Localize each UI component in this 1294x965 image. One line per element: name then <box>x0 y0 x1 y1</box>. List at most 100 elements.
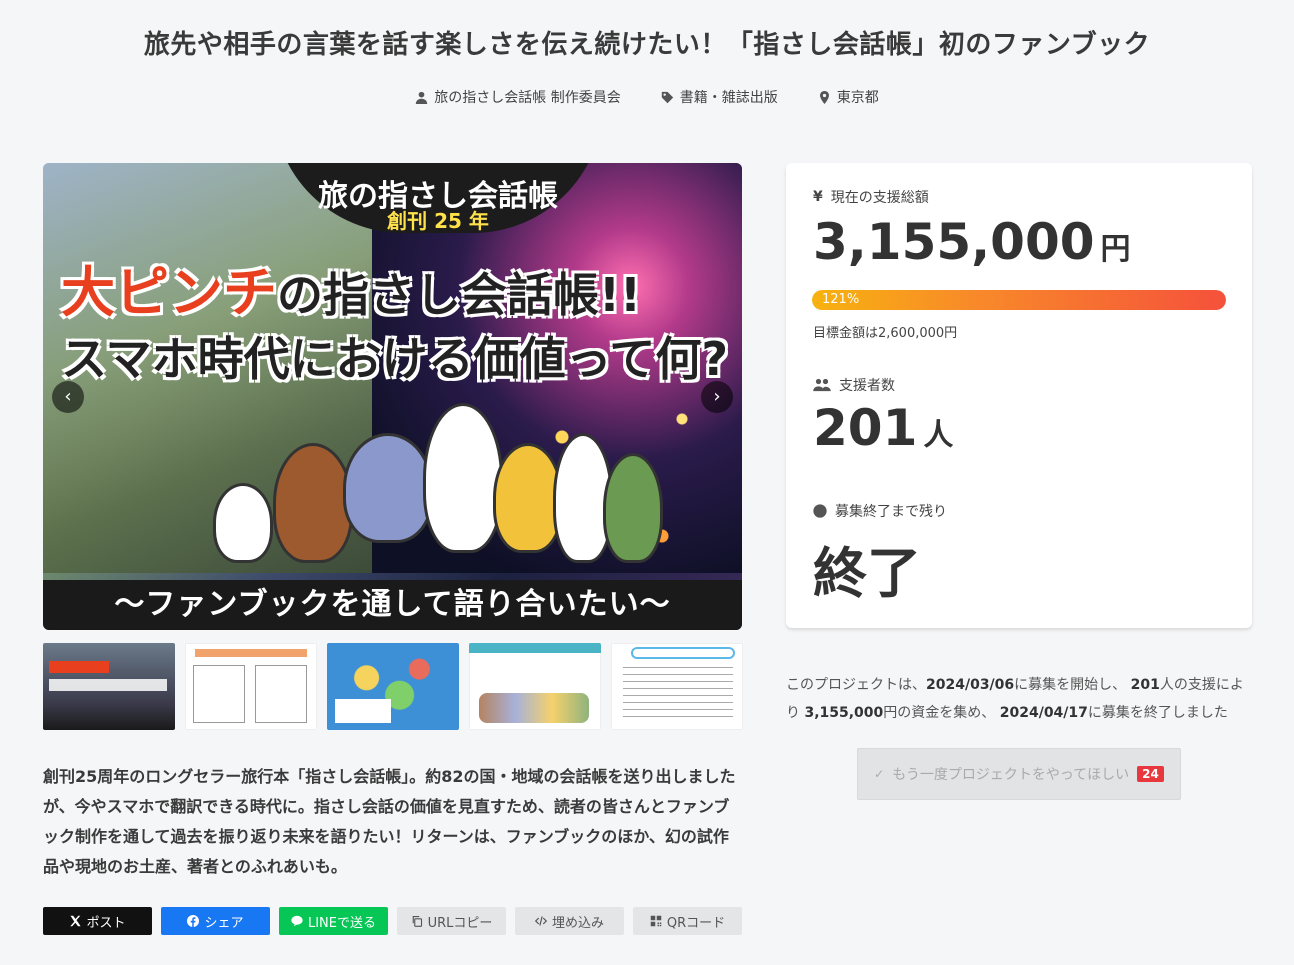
funding-stats-card: ¥ 現在の支援総額 3,155,000 円 121% 目標金額は2,600,000… <box>786 163 1252 628</box>
thumbnail-strip <box>43 643 743 730</box>
yen-icon: ¥ <box>813 189 823 205</box>
share-x-button[interactable]: ポスト <box>43 907 152 935</box>
share-x-label: ポスト <box>86 915 126 931</box>
category-name: 書籍・雑誌出版 <box>679 90 778 106</box>
character-orangutan <box>273 443 353 563</box>
thumbnail-3[interactable] <box>327 643 459 730</box>
clock-icon <box>813 504 827 518</box>
owner-link[interactable]: 旅の指さし会話帳 制作委員会 <box>415 87 621 107</box>
facebook-icon <box>187 915 200 927</box>
hero-headline-2: スマホ時代における価値って何? <box>61 332 729 386</box>
total-amount-label-text: 現在の支援総額 <box>830 190 929 206</box>
thumbnail-1[interactable] <box>43 643 175 730</box>
hero-headline-black: の指さし会話帳!! <box>277 268 641 322</box>
share-line-button[interactable]: LINEで送る <box>279 907 388 935</box>
total-amount-unit: 円 <box>1100 232 1131 267</box>
project-page: 旅先や相手の言葉を話す楽しさを伝え続けたい！「指さし会話帳」初のファンブック 旅… <box>0 0 1294 965</box>
thumbnail-5-list <box>623 667 733 723</box>
funding-progress-fill <box>812 290 1226 310</box>
copy-url-label: URLコピー <box>427 915 493 931</box>
supporters-count: 201 人 <box>813 399 953 457</box>
thumbnail-4-characters <box>479 693 589 723</box>
goal-amount: 目標金額は2,600,000円 <box>813 326 958 341</box>
total-amount-label: ¥ 現在の支援総額 <box>813 187 929 207</box>
summary-mid-1: に募集を開始し、 <box>1014 677 1127 693</box>
thumbnail-1-headline-2 <box>49 679 167 691</box>
tag-icon <box>661 91 673 103</box>
people-icon <box>813 378 831 392</box>
copy-icon <box>412 915 422 927</box>
share-facebook-button[interactable]: シェア <box>161 907 270 935</box>
total-amount: 3,155,000 円 <box>813 213 1131 271</box>
thumbnail-4[interactable] <box>469 643 601 730</box>
thumbnail-2[interactable] <box>185 643 317 730</box>
supporters-value: 201 <box>813 399 918 457</box>
embed-button[interactable]: 埋め込み <box>515 907 624 935</box>
thumbnail-5[interactable] <box>611 643 743 730</box>
hero-headline-red: 大ピンチ <box>61 261 277 324</box>
code-icon <box>534 916 547 926</box>
funding-progress-bar: 121% <box>812 290 1226 310</box>
share-bar: ポスト シェア LINEで送る URLコピー 埋め込み QRコード <box>43 907 742 935</box>
project-description: 創刊25周年のロングセラー旅行本「指さし会話帳」。約82の国・地域の会話帳を送り… <box>43 767 736 876</box>
qr-code-icon <box>650 915 662 927</box>
thumbnail-4-heading <box>469 643 601 653</box>
remaining-value: 終了 <box>813 542 921 605</box>
total-amount-value: 3,155,000 <box>813 213 1095 271</box>
summary-prefix: このプロジェクトは、 <box>786 677 926 693</box>
summary-mid-3: 円の資金を集め、 <box>883 705 996 721</box>
line-icon <box>291 915 303 927</box>
embed-label: 埋め込み <box>551 915 604 931</box>
location-name: 東京都 <box>836 90 879 106</box>
remaining-label: 募集終了まで残り <box>813 501 947 521</box>
summary-start-date: 2024/03/06 <box>926 677 1015 693</box>
thumbnail-1-headline <box>49 661 109 673</box>
summary-supporters: 201 <box>1130 677 1160 693</box>
character-elephant <box>343 433 433 543</box>
chevron-left-icon: ‹ <box>64 386 72 407</box>
check-icon: ✓ <box>874 767 885 781</box>
summary-end-date: 2024/04/17 <box>999 705 1088 721</box>
supporters-unit: 人 <box>923 418 954 453</box>
thumbnail-3-caption <box>335 699 391 723</box>
character-main <box>423 403 503 553</box>
share-line-label: LINEで送る <box>307 915 376 931</box>
thumbnail-5-heading <box>631 647 735 659</box>
hero-image: 旅の指さし会話帳 創刊 25 年 大ピンチの指さし会話帳!! スマホ時代における… <box>43 163 742 630</box>
copy-url-button[interactable]: URLコピー <box>397 907 506 935</box>
funding-progress-percent: 121% <box>822 292 860 307</box>
summary-amount: 3,155,000 <box>804 705 884 721</box>
share-facebook-label: シェア <box>204 915 244 931</box>
character-frog <box>603 453 663 563</box>
chevron-right-icon: › <box>713 386 721 407</box>
request-again-count: 24 <box>1137 766 1164 782</box>
supporters-label: 支援者数 <box>813 375 895 395</box>
character-rabbit <box>213 483 273 563</box>
hero-badge: 旅の指さし会話帳 創刊 25 年 <box>273 163 603 233</box>
hero-headline-1: 大ピンチの指さし会話帳!! <box>61 248 641 327</box>
x-logo-icon <box>70 915 82 927</box>
carousel-next-button[interactable]: › <box>701 381 733 413</box>
thumbnail-2-panel-1 <box>193 665 245 723</box>
hero-characters <box>193 403 663 573</box>
project-meta: 旅の指さし会話帳 制作委員会 書籍・雑誌出版 東京都 <box>0 87 1294 107</box>
location-pin-icon <box>819 90 829 104</box>
thumbnail-2-heading <box>195 649 307 657</box>
page-title: 旅先や相手の言葉を話す楽しさを伝え続けたい！「指さし会話帳」初のファンブック <box>143 30 1151 60</box>
location-link[interactable]: 東京都 <box>818 87 879 107</box>
supporters-label-text: 支援者数 <box>839 378 895 394</box>
hero-banner: ～ファンブックを通して語り合いたい～ <box>43 580 742 630</box>
request-again-button[interactable]: ✓ もう一度プロジェクトをやってほしい 24 <box>857 748 1181 800</box>
owner-name: 旅の指さし会話帳 制作委員会 <box>434 90 621 106</box>
remaining-label-text: 募集終了まで残り <box>835 504 947 520</box>
project-summary: このプロジェクトは、2024/03/06に募集を開始し、 201人の支援により … <box>786 671 1256 727</box>
summary-suffix: に募集を終了しました <box>1087 705 1228 721</box>
qr-code-label: QRコード <box>666 915 726 931</box>
category-link[interactable]: 書籍・雑誌出版 <box>661 87 778 107</box>
request-again-label: もう一度プロジェクトをやってほしい <box>892 767 1130 783</box>
hero-badge-sub: 創刊 25 年 <box>387 209 489 233</box>
carousel-prev-button[interactable]: ‹ <box>52 381 84 413</box>
user-icon <box>416 91 428 104</box>
thumbnail-2-panel-2 <box>255 665 307 723</box>
qr-code-button[interactable]: QRコード <box>633 907 742 935</box>
